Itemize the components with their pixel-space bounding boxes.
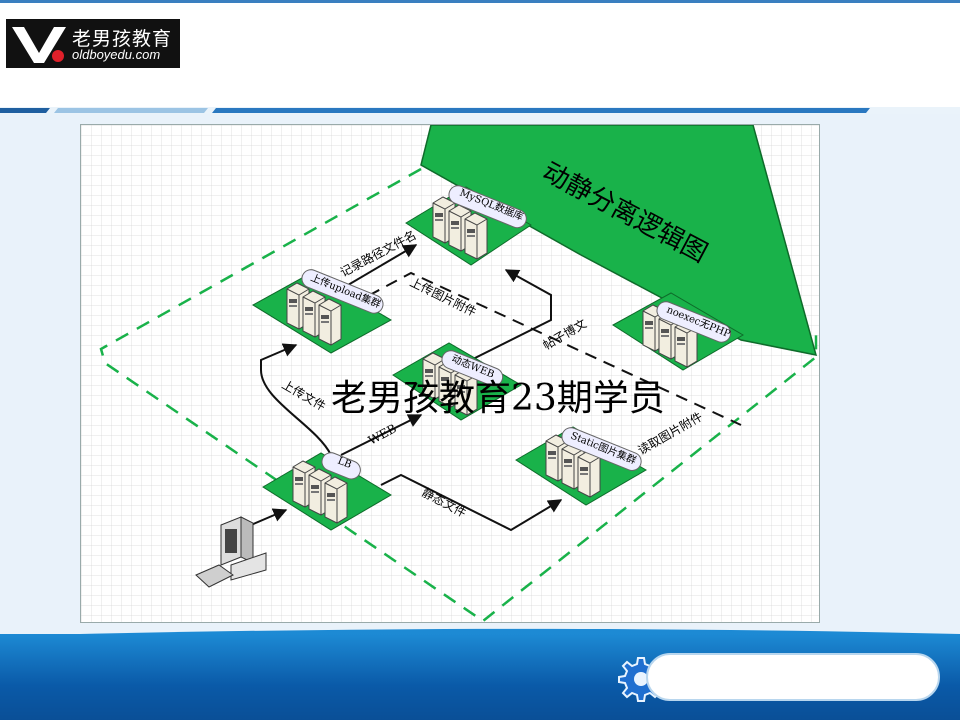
- footer-pill: [646, 653, 940, 701]
- logo-en-text: oldboyedu.com: [72, 47, 161, 62]
- watermark-text: 老男孩教育23期学员: [331, 378, 665, 419]
- brand-logo: 老男孩教育 oldboyedu.com: [6, 19, 180, 68]
- logic-diagram: 动静分离逻辑图 记录路径文件名 上传图片附件 帖子博文 上传文件 WEB 读取图…: [80, 124, 820, 623]
- slide-header: 老男孩教育 oldboyedu.com: [0, 3, 960, 107]
- header-stripe: [0, 108, 870, 113]
- logo-v-icon: [12, 27, 66, 63]
